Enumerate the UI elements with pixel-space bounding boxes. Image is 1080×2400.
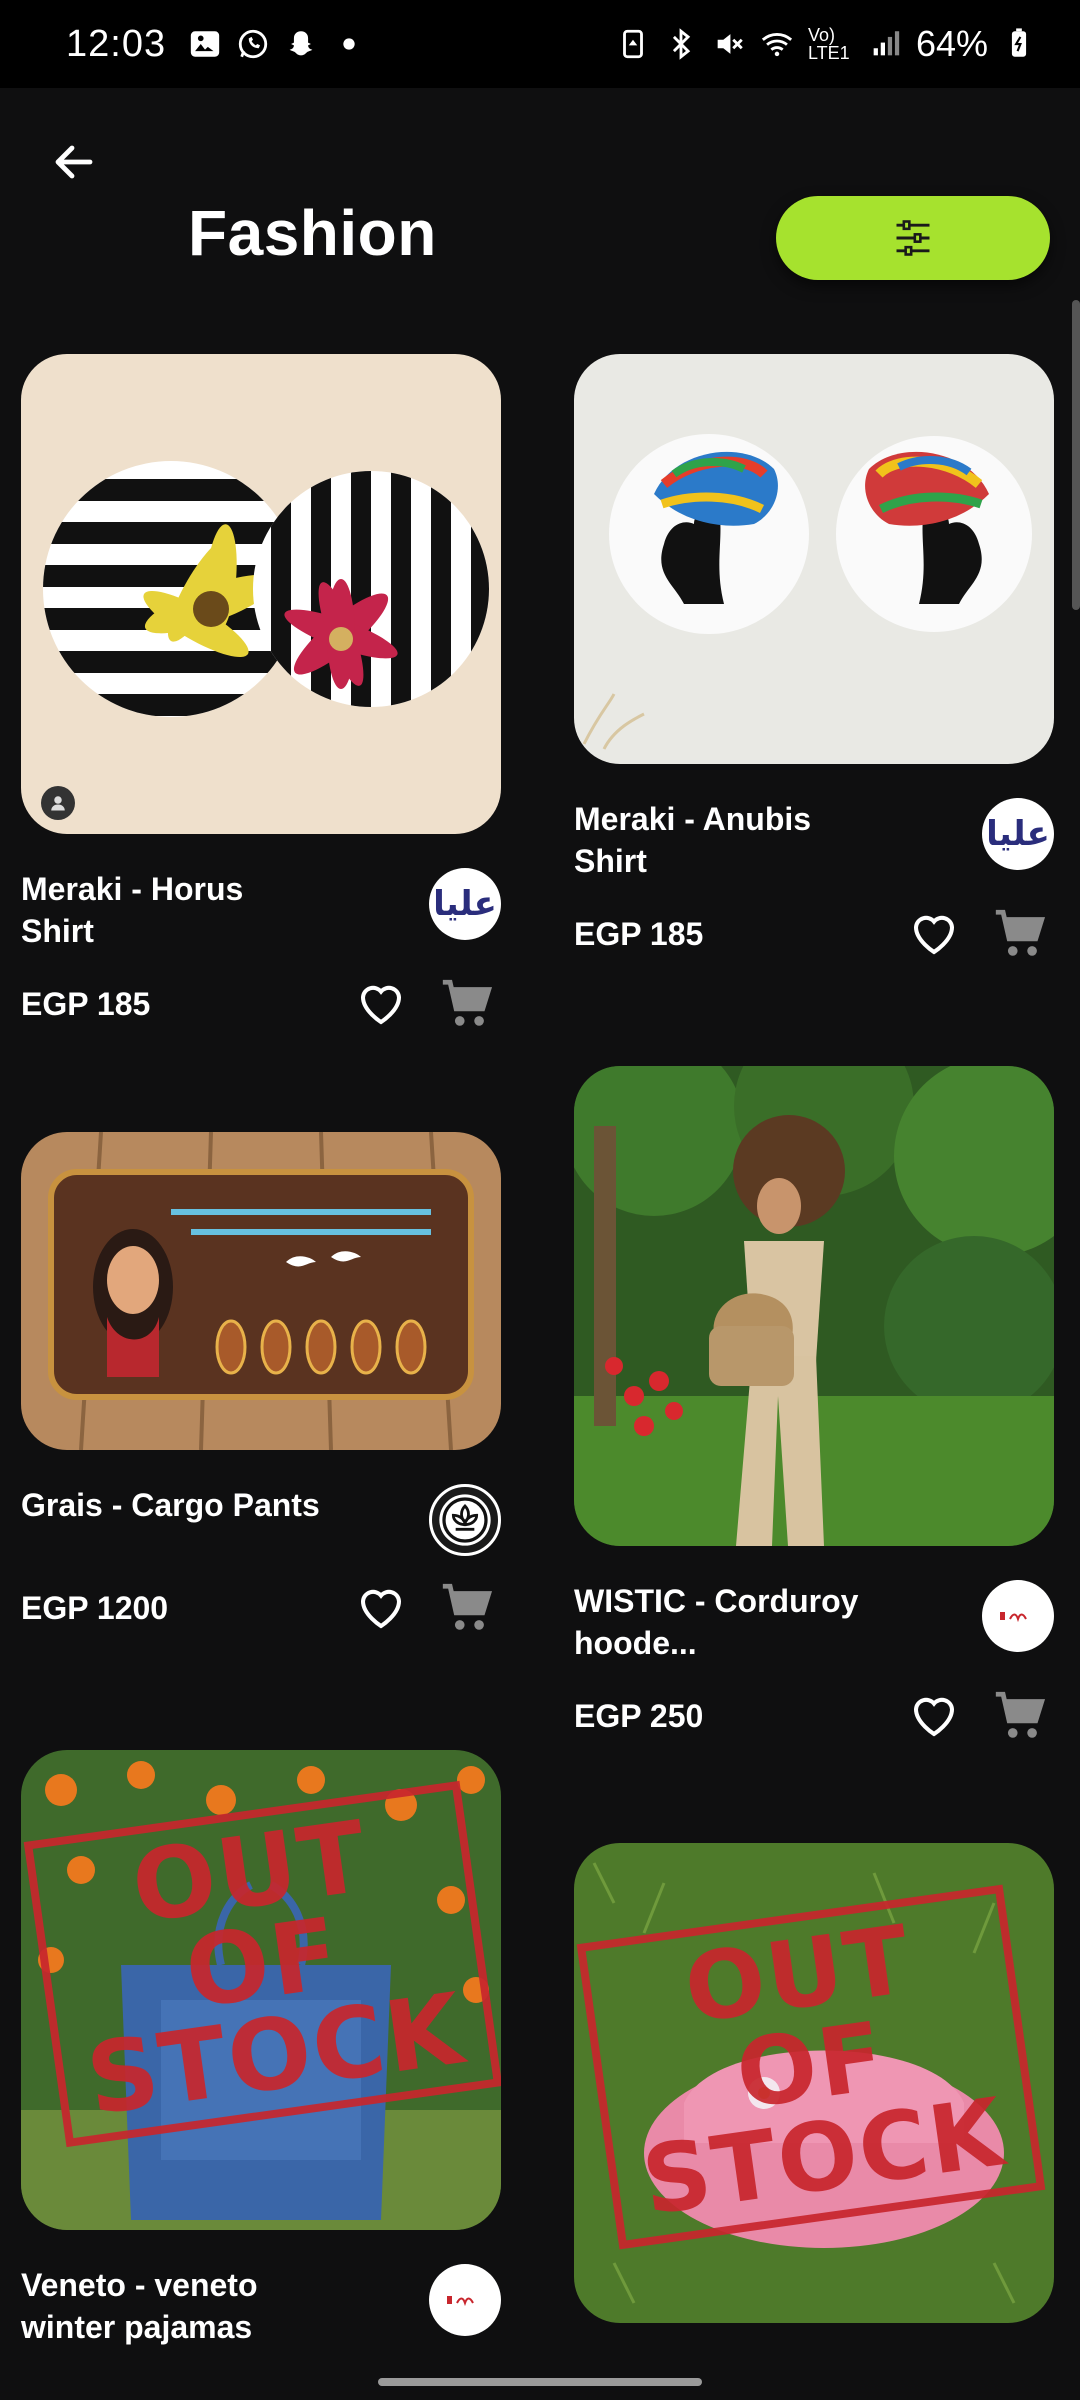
product-name[interactable]: Grais - Cargo Pants [21, 1484, 321, 1526]
favorite-button[interactable] [351, 974, 411, 1034]
page-title: Fashion [188, 197, 437, 269]
seller-logo-text: عليا [433, 885, 497, 923]
seller-logo[interactable] [429, 1484, 501, 1556]
brand-logo-icon [447, 2296, 474, 2307]
product-image[interactable] [21, 1132, 501, 1450]
wifi-icon [761, 33, 793, 57]
product-name[interactable]: WISTIC - Corduroy hoode... [574, 1580, 874, 1664]
product-card[interactable]: Meraki - Anubis Shirt عليا EGP 185 [574, 354, 1054, 964]
out-of-stock-stamp: OUT OF STOCK [576, 1884, 1046, 2250]
sliders-icon [896, 220, 930, 256]
product-name[interactable]: Meraki - Horus Shirt [21, 868, 321, 952]
cart-icon [995, 909, 1046, 956]
heart-icon [913, 1697, 955, 1737]
add-to-cart-button[interactable] [990, 904, 1050, 964]
whatsapp-icon [238, 29, 268, 59]
bluetooth-icon [672, 28, 691, 60]
battery-saver-icon [623, 29, 643, 59]
add-to-cart-button[interactable] [437, 1578, 497, 1638]
heart-icon [913, 915, 955, 955]
status-time: 12:03 [66, 22, 167, 65]
favorite-button[interactable] [904, 1686, 964, 1746]
product-price: EGP 185 [21, 985, 151, 1022]
profile-icon [41, 786, 75, 820]
seller-logo[interactable]: عليا [429, 868, 501, 940]
product-card[interactable]: OUT OF STOCK [574, 1843, 1054, 2323]
snapchat-icon [289, 31, 313, 56]
mute-icon [717, 34, 743, 54]
product-card[interactable]: Grais - Cargo Pants EGP 1200 [21, 1132, 501, 1638]
product-image[interactable] [574, 354, 1054, 764]
scrollbar[interactable] [1072, 300, 1080, 610]
add-to-cart-button[interactable] [990, 1686, 1050, 1746]
battery-icon [1011, 28, 1027, 57]
home-indicator[interactable] [378, 2378, 702, 2386]
product-image[interactable]: OUT OF STOCK [21, 1750, 501, 2230]
seller-logo[interactable] [429, 2264, 501, 2336]
notification-icons [188, 27, 366, 61]
cart-icon [995, 1691, 1046, 1738]
add-to-cart-button[interactable] [437, 974, 497, 1034]
dot-icon [343, 38, 355, 50]
product-name[interactable]: Veneto - veneto winter pajamas [21, 2264, 321, 2348]
back-button[interactable] [46, 134, 102, 190]
cart-icon [442, 979, 493, 1026]
seller-logo[interactable]: عليا [982, 798, 1054, 870]
arrow-left-icon [55, 145, 93, 179]
lotus-logo-icon [439, 1494, 491, 1546]
system-icons: Vo) LTE1 64% [616, 23, 1036, 65]
product-image[interactable]: OUT OF STOCK [574, 1843, 1054, 2323]
brand-logo-icon [1000, 1612, 1027, 1623]
filter-button[interactable] [776, 196, 1050, 280]
battery-percent: 64% [915, 23, 988, 64]
product-image[interactable] [574, 1066, 1054, 1546]
product-name[interactable]: Meraki - Anubis Shirt [574, 798, 874, 882]
network-type-label: Vo) LTE1 [807, 25, 850, 63]
signal-icon [873, 31, 900, 56]
gallery-icon [190, 31, 220, 57]
product-image[interactable] [21, 354, 501, 834]
cart-icon [442, 1583, 493, 1630]
out-of-stock-stamp: OUT OF STOCK [23, 1780, 501, 2148]
heart-icon [360, 1589, 402, 1629]
seller-logo[interactable] [982, 1580, 1054, 1652]
product-price: EGP 250 [574, 1697, 704, 1734]
product-price: EGP 185 [574, 915, 704, 952]
product-card[interactable]: OUT OF STOCK Veneto - veneto winter paja… [21, 1750, 501, 2348]
product-price: EGP 1200 [21, 1589, 169, 1626]
favorite-button[interactable] [351, 1578, 411, 1638]
favorite-button[interactable] [904, 904, 964, 964]
status-bar: 12:03 Vo) LTE1 64% [0, 0, 1080, 88]
product-card[interactable]: WISTIC - Corduroy hoode... EGP 250 [574, 1066, 1054, 1746]
seller-logo-text: عليا [986, 815, 1050, 853]
product-card[interactable]: Meraki - Horus Shirt عليا EGP 185 [21, 354, 501, 1034]
heart-icon [360, 985, 402, 1025]
